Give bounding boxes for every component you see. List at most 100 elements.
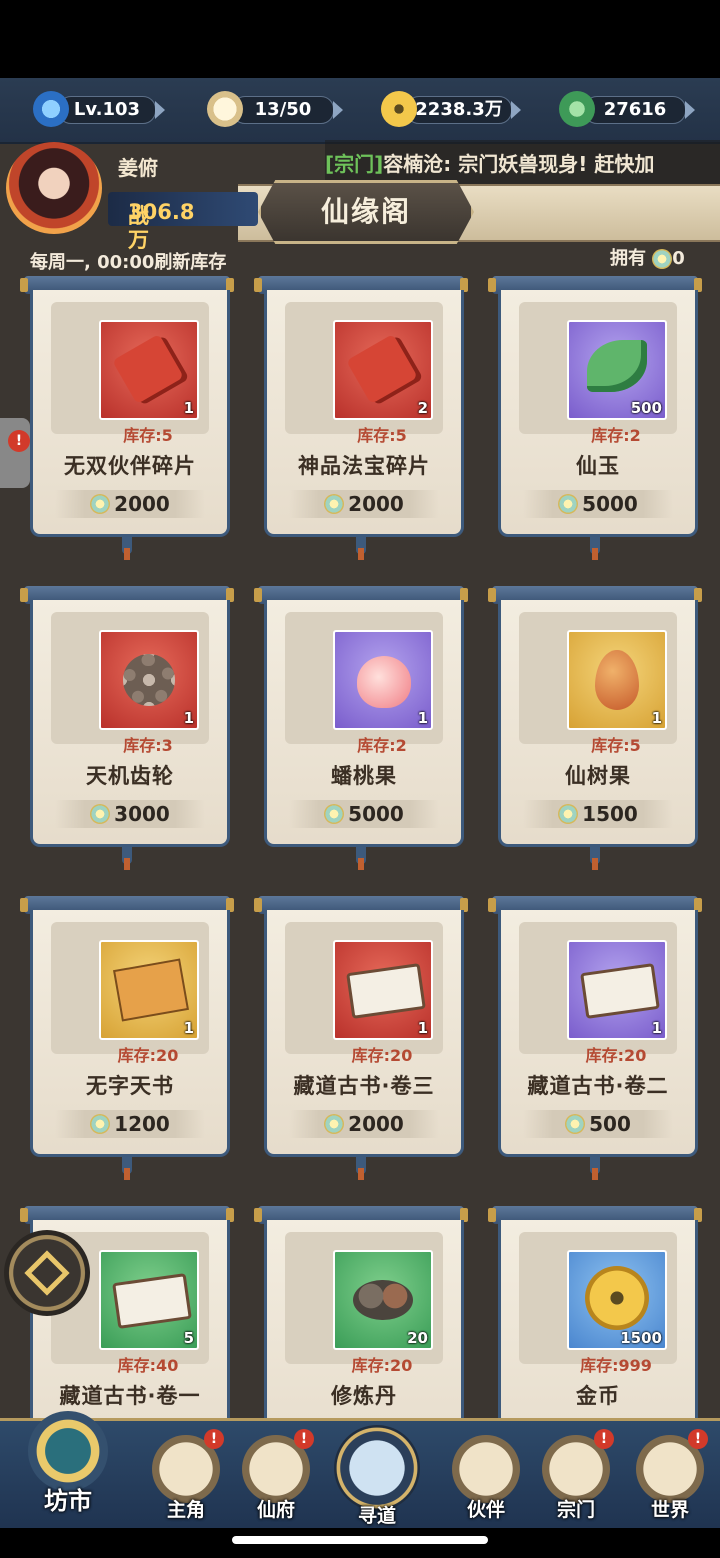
item-name: 无字天书 [86, 1074, 174, 1098]
shop-item-card[interactable]: 1 库存:20 无字天书 1200 [20, 896, 234, 1180]
nav-partner[interactable]: 伙伴 [448, 1435, 524, 1521]
level-display[interactable]: Lv.103 [33, 91, 165, 127]
page-title: 仙缘阁 [320, 195, 411, 228]
card-paper: 1 库存:20 无字天书 1200 [30, 910, 230, 1157]
item-stock: 库存:20 [351, 1046, 413, 1065]
buy-price-button[interactable]: 2000 [289, 1110, 439, 1138]
gold-value: 2238.3万 [415, 99, 503, 120]
buy-price-button[interactable]: 2000 [55, 490, 205, 518]
item-quantity: 500 [630, 399, 662, 417]
tassel-ornament [122, 844, 132, 870]
card-paper: 1 库存:3 天机齿轮 3000 [30, 600, 230, 847]
buy-price-button[interactable]: 2000 [289, 490, 439, 518]
item-price: 2000 [348, 1112, 404, 1136]
arrow-icon [685, 101, 695, 119]
shop-item-card[interactable]: 2 库存:5 神品法宝碎片 2000 [254, 276, 468, 560]
buy-price-button[interactable]: 5000 [289, 800, 439, 828]
item-quantity: 2 [417, 399, 428, 417]
puzzle-icon [346, 333, 418, 405]
shop-item-card[interactable]: 1 库存:3 天机齿轮 3000 [20, 586, 234, 870]
home-indicator[interactable] [232, 1536, 488, 1544]
chat-ticker[interactable]: [宗门]容楠沧: 宗门妖兽现身! 赶快加 [325, 140, 720, 184]
nav-label: 世界 [650, 1499, 689, 1521]
stamina-value: 13/50 [254, 99, 312, 120]
tassel-ornament [590, 534, 600, 560]
avatar[interactable] [6, 142, 102, 234]
buy-price-button[interactable]: 1200 [55, 1110, 205, 1138]
tassel-ornament [356, 844, 366, 870]
gold-display[interactable]: 2238.3万 [381, 91, 521, 127]
jade-coin-icon [652, 249, 673, 269]
jade-coin-icon [324, 494, 345, 514]
partner-icon [452, 1435, 520, 1503]
item-quantity: 1 [651, 709, 662, 727]
player-name: 姜俯 [118, 156, 158, 180]
stamina-display[interactable]: 13/50 [207, 91, 343, 127]
jade-coin-icon [558, 804, 579, 824]
item-stock: 库存:2 [357, 736, 407, 755]
item-name: 藏道古书·卷一 [59, 1384, 201, 1408]
item-price: 5000 [582, 492, 638, 516]
jade-display[interactable]: 27616 [559, 91, 695, 127]
buy-price-button[interactable]: 500 [523, 1110, 673, 1138]
gold-coin-icon [381, 91, 417, 127]
nav-shop[interactable]: 坊市 [6, 1411, 130, 1529]
level-value: Lv.103 [73, 99, 141, 120]
alert-badge: ! [204, 1429, 224, 1449]
item-icon-frame: 2 [333, 320, 433, 420]
combat-power: 战 306.8万 [108, 192, 258, 252]
item-icon-frame: 1 [333, 940, 433, 1040]
shop-item-card[interactable]: 500 库存:2 仙玉 5000 [488, 276, 702, 560]
resource-bar: Lv.103 13/50 2238.3万 27616 [0, 78, 720, 144]
nav-world[interactable]: ! 世界 [632, 1429, 708, 1521]
shop-item-card[interactable]: 1 库存:20 藏道古书·卷三 2000 [254, 896, 468, 1180]
compass-button[interactable] [4, 1230, 90, 1316]
tassel-ornament [356, 534, 366, 560]
item-icon-frame: 20 [333, 1250, 433, 1350]
nav-label: 宗门 [556, 1499, 595, 1521]
nav-shop-label: 坊市 [44, 1487, 92, 1515]
nav-seek-dao[interactable]: 寻道 [334, 1425, 420, 1527]
item-icon-frame: 5 [99, 1250, 199, 1350]
buy-price-button[interactable]: 1500 [523, 800, 673, 828]
item-quantity: 5 [183, 1329, 194, 1347]
book-icon [580, 963, 660, 1019]
item-quantity: 1 [417, 709, 428, 727]
item-price: 500 [589, 1112, 631, 1136]
diamond-icon [24, 1250, 70, 1296]
jade-coin-icon [558, 494, 579, 514]
item-panel: 20 库存:20 [285, 1232, 443, 1375]
bottom-nav: 坊市 ! 主角 ! 仙府 寻道 伙伴 ! 宗门 ! 世界 [0, 1411, 720, 1531]
power-value: 306.8万 [128, 200, 195, 252]
item-stock: 库存:20 [351, 1356, 413, 1375]
item-stock: 库存:3 [123, 736, 173, 755]
buy-price-button[interactable]: 3000 [55, 800, 205, 828]
nav-mansion[interactable]: ! 仙府 [238, 1429, 314, 1521]
item-price: 3000 [114, 802, 170, 826]
item-quantity: 1500 [620, 1329, 662, 1347]
ticker-message: 容楠沧: 宗门妖兽现身! 赶快加 [383, 152, 655, 176]
status-bar [0, 0, 720, 78]
tassel-ornament [122, 534, 132, 560]
alert-badge: ! [294, 1429, 314, 1449]
item-panel: 1 库存:2 [285, 612, 443, 755]
alert-badge: ! [594, 1429, 614, 1449]
buy-price-button[interactable]: 5000 [523, 490, 673, 518]
card-paper: 1 库存:20 藏道古书·卷二 500 [498, 910, 698, 1157]
item-stock: 库存:5 [357, 426, 407, 445]
tassel-ornament [590, 1154, 600, 1180]
seek-dao-icon [334, 1425, 420, 1511]
shop-item-card[interactable]: 1 库存:2 蟠桃果 5000 [254, 586, 468, 870]
card-paper: 2 库存:5 神品法宝碎片 2000 [264, 290, 464, 537]
jade-coin-icon [565, 1114, 586, 1134]
shop-item-card[interactable]: 1 库存:20 藏道古书·卷二 500 [488, 896, 702, 1180]
nav-sect[interactable]: ! 宗门 [538, 1429, 614, 1521]
arrow-icon [155, 101, 165, 119]
shop-item-card[interactable]: 1 库存:5 仙树果 1500 [488, 586, 702, 870]
shop-item-card[interactable]: 1 库存:5 无双伙伴碎片 2000 [20, 276, 234, 560]
item-stock: 库存:20 [117, 1046, 179, 1065]
fruit-icon [595, 650, 639, 710]
nav-protagonist[interactable]: ! 主角 [148, 1429, 224, 1521]
item-panel: 1 库存:5 [51, 302, 209, 445]
pills-icon [353, 1280, 413, 1320]
